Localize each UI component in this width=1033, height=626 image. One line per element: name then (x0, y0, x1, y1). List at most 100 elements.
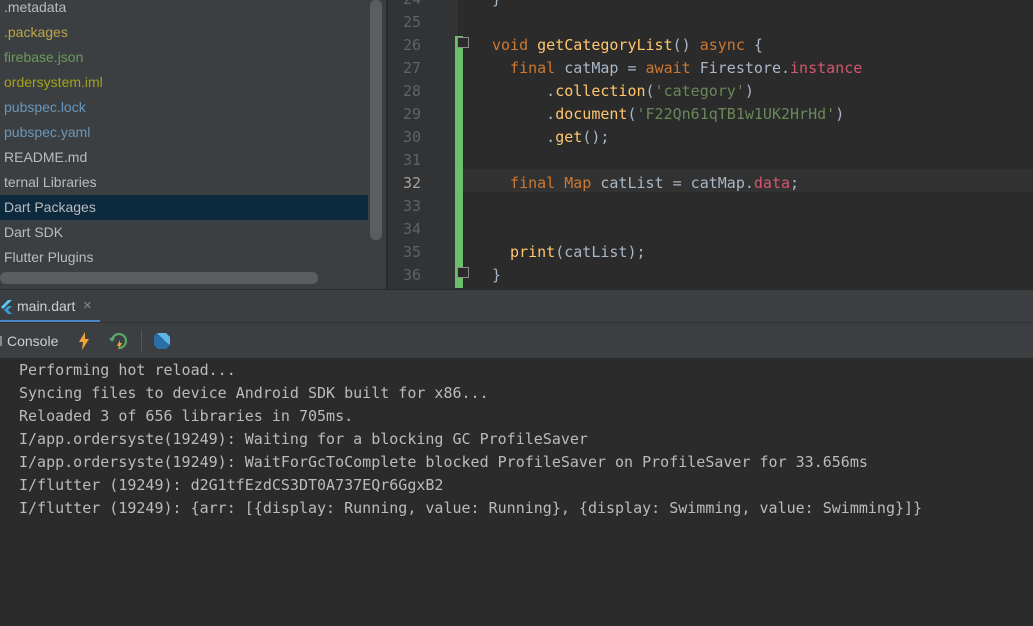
code-line[interactable]: } (492, 264, 501, 287)
code-line[interactable]: .get(); (492, 126, 609, 149)
code-token: getCategoryList (537, 36, 673, 54)
tree-item[interactable]: ordersystem.iml (0, 70, 368, 95)
tab-main-dart[interactable]: main.dart × (0, 290, 100, 323)
code-token: collection (555, 82, 646, 100)
code-token: } (492, 0, 501, 8)
toolbar-separator (141, 330, 142, 352)
code-token: { (753, 36, 763, 54)
console-line: Syncing files to device Android SDK buil… (19, 384, 489, 402)
code-token: ) (744, 82, 754, 100)
change-marker-bar (455, 36, 463, 288)
code-token: void (492, 36, 538, 54)
tree-item[interactable]: firebase.json (0, 45, 368, 70)
code-token: } (492, 266, 502, 284)
tree-item-label: Dart SDK (4, 224, 64, 240)
tree-item[interactable]: Dart Packages (0, 195, 368, 220)
code-token: . (492, 105, 556, 123)
tree-item-label: Dart Packages (4, 199, 96, 215)
line-number: 30 (402, 128, 421, 146)
code-line[interactable]: void getCategoryList() async { (492, 34, 763, 57)
code-token: await (645, 59, 700, 77)
tree-item-label: pubspec.lock (4, 99, 86, 115)
code-token: data (753, 174, 791, 192)
line-number: 36 (402, 266, 421, 284)
line-number: 26 (402, 36, 421, 54)
tree-item-label: ordersystem.iml (4, 74, 103, 90)
lightning-icon[interactable] (78, 332, 90, 350)
code-token: catMap = (564, 59, 646, 77)
code-token: final (492, 59, 565, 77)
tree-item[interactable]: Flutter Plugins (0, 245, 368, 270)
code-token: (); (582, 128, 610, 146)
code-token: instance (790, 59, 863, 77)
tree-item[interactable]: .packages (0, 20, 368, 45)
console-tab-edge (0, 336, 2, 346)
code-token: async (699, 36, 754, 54)
code-line[interactable]: .document('F22Qn61qTB1w1UK2HrHd') (492, 103, 844, 126)
project-tree[interactable]: .metadata .packages firebase.json ordersyst… (0, 0, 386, 289)
code-token: Firestore. (699, 59, 791, 77)
dart-icon[interactable] (153, 332, 171, 350)
tree-item[interactable]: Dart SDK (0, 220, 368, 245)
run-toolbar: Console (0, 322, 1033, 360)
restart-icon[interactable] (109, 331, 129, 351)
code-token: get (555, 128, 583, 146)
line-number: 25 (402, 13, 421, 31)
console-line: Reloaded 3 of 656 libraries in 705ms. (19, 407, 354, 425)
code-token: ; (790, 174, 800, 192)
run-tabbar: main.dart × (0, 289, 1033, 323)
tree-item[interactable]: README.md (0, 145, 368, 170)
code-line[interactable]: print(catList); (492, 241, 646, 264)
code-line[interactable]: } (492, 0, 501, 11)
line-number: 28 (402, 82, 421, 100)
horizontal-scrollbar[interactable] (0, 272, 318, 284)
line-number: 32 (402, 174, 421, 192)
code-line[interactable]: final catMap = await Firestore.instance (492, 57, 862, 80)
line-number: 34 (402, 220, 421, 238)
code-token: final (492, 174, 565, 192)
tree-item-label: README.md (4, 149, 88, 165)
console-tab[interactable]: Console (0, 323, 66, 359)
console-line: Performing hot reload... (19, 361, 236, 379)
tree-item[interactable]: pubspec.yaml (0, 120, 368, 145)
tree-item[interactable]: ternal Libraries (0, 170, 368, 195)
code-editor[interactable]: 24 25 26 27 28 29 30 31 32 33 34 35 36 } void getCate… (388, 0, 1033, 289)
code-line[interactable]: final Map catList = catMap.data; (492, 172, 799, 195)
code-token: . (492, 128, 556, 146)
line-number: 35 (402, 243, 421, 261)
vertical-scrollbar[interactable] (370, 0, 382, 240)
line-number: 33 (402, 197, 421, 215)
tree-item-label: ternal Libraries (4, 174, 97, 190)
code-token: 'F22Qn61qTB1w1UK2HrHd' (636, 105, 836, 123)
flutter-icon (1, 300, 12, 314)
code-token: catList = catMap. (600, 174, 754, 192)
code-token: ( (645, 82, 655, 100)
tree-item-label: pubspec.yaml (4, 124, 91, 140)
code-token: print (492, 243, 556, 261)
code-token: . (492, 82, 556, 100)
console-line: I/flutter (19249): {arr: [{display: Runn… (19, 499, 923, 517)
console-line: I/flutter (19249): d2G1tfEzdCS3DT0A737EQ… (19, 476, 444, 494)
tree-item-label: Flutter Plugins (4, 249, 94, 265)
code-token: Map (564, 174, 601, 192)
fold-marker-icon[interactable] (457, 37, 469, 48)
line-number: 29 (402, 105, 421, 123)
code-token: 'category' (654, 82, 745, 100)
console-line: I/app.ordersyste(19249): WaitForGcToComp… (19, 453, 868, 471)
tree-item[interactable]: pubspec.lock (0, 95, 368, 120)
line-number: 27 (402, 59, 421, 77)
console-line: I/app.ordersyste(19249): Waiting for a b… (19, 430, 588, 448)
tree-item[interactable]: .metadata (0, 0, 368, 20)
code-line[interactable]: .collection('category') (492, 80, 754, 103)
tree-item-label: .metadata (4, 0, 67, 15)
fold-marker-icon[interactable] (457, 267, 469, 278)
line-number: 31 (402, 151, 421, 169)
code-token: (catList); (555, 243, 646, 261)
line-number: 24 (388, 0, 421, 11)
code-token: () (672, 36, 700, 54)
tree-item-label: firebase.json (4, 49, 84, 65)
code-token: ( (627, 105, 637, 123)
code-token: ) (835, 105, 845, 123)
close-icon[interactable]: × (83, 297, 92, 314)
console-output[interactable]: Performing hot reload... Syncing files to… (0, 358, 1033, 626)
